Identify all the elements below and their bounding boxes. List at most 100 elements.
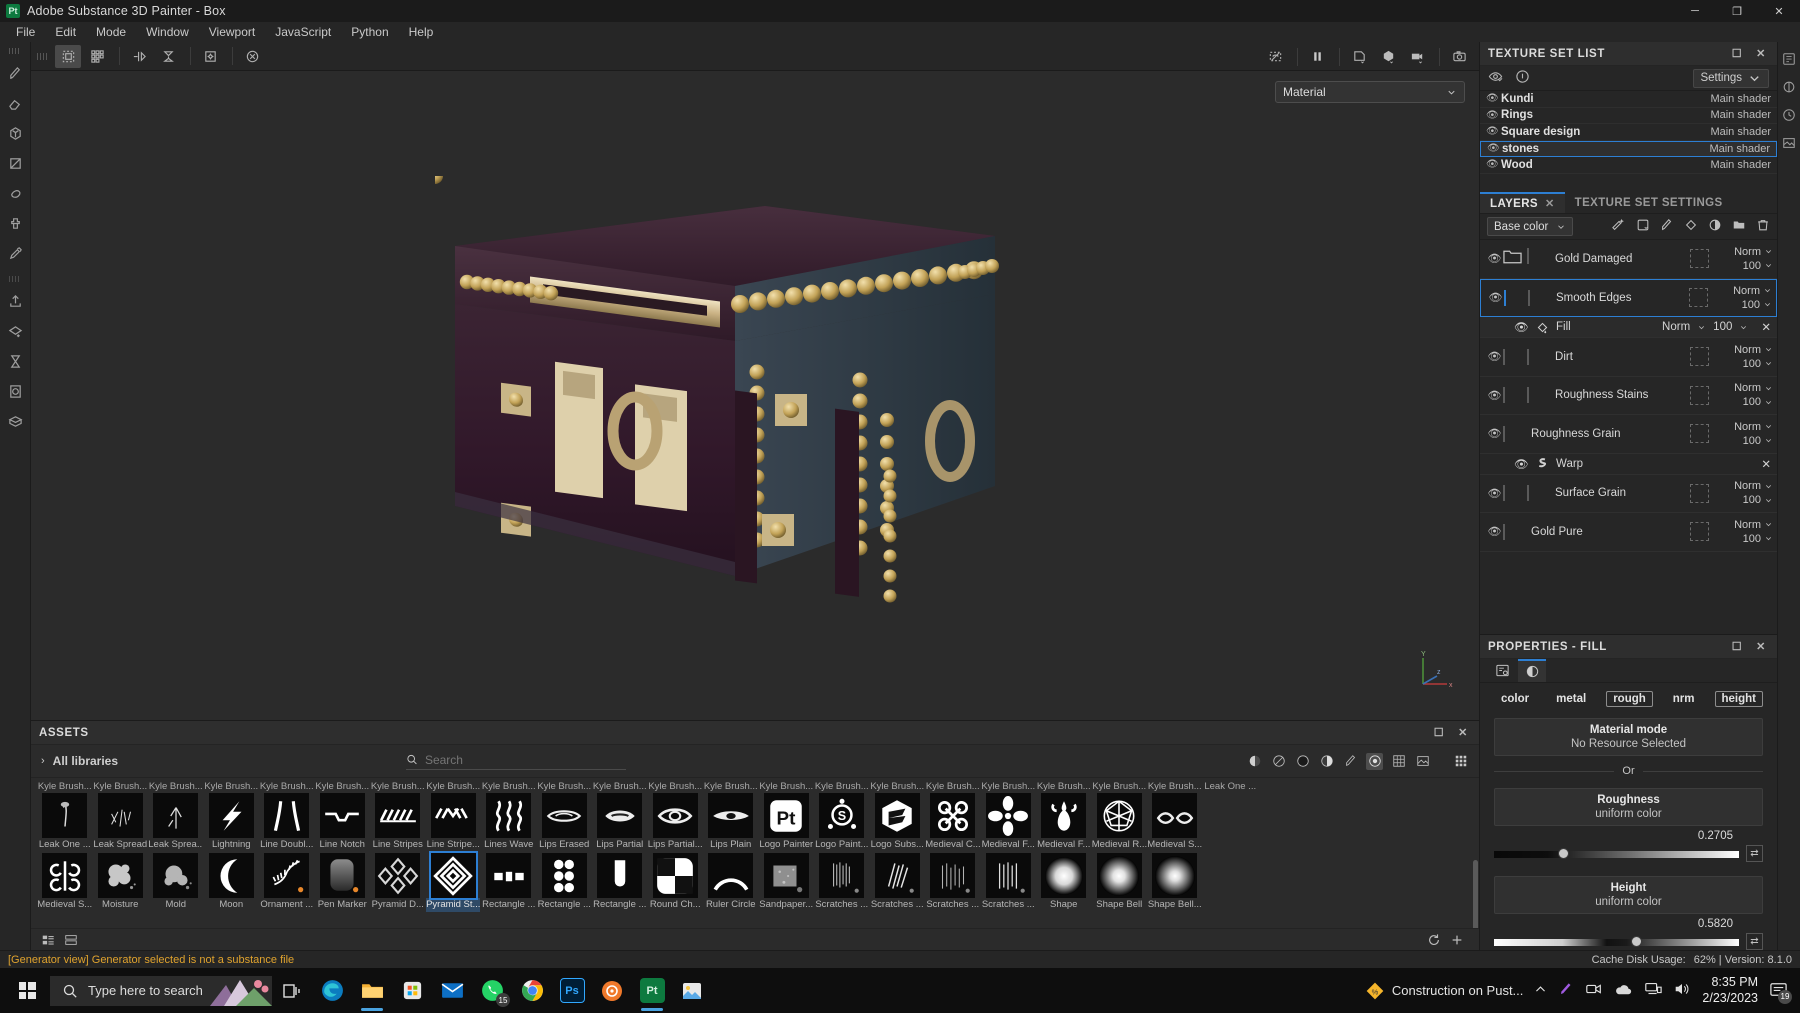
texture-set-settings-dropdown[interactable]: Settings (1693, 68, 1769, 88)
visibility-toggle-icon[interactable] (1488, 69, 1503, 87)
layer-opacity[interactable]: 100 (1742, 299, 1772, 311)
filter-brush-icon[interactable] (1342, 753, 1359, 770)
asset-thumbnail[interactable] (97, 793, 143, 838)
layer-visibility-icon[interactable]: 👁 (1486, 389, 1503, 402)
roughness-button[interactable]: Roughness uniform color (1494, 788, 1763, 826)
asset-item[interactable]: Kyle Brush... S Logo Paint... (814, 780, 870, 852)
effect-remove-icon[interactable]: ✕ (1761, 457, 1771, 471)
layer-opacity[interactable]: 100 (1743, 260, 1773, 272)
asset-thumbnail[interactable] (874, 853, 920, 898)
paint-brush-tool-icon[interactable] (2, 60, 28, 86)
layer-visibility-icon[interactable]: 👁 (1486, 350, 1503, 363)
layer-blend-mode[interactable]: Norm (1734, 519, 1773, 531)
asset-thumbnail[interactable] (375, 853, 421, 898)
filter-texture-icon[interactable] (1366, 752, 1384, 770)
layer-thumbnail[interactable] (1503, 523, 1522, 540)
material-mode-button[interactable]: Material mode No Resource Selected (1494, 718, 1763, 756)
news-and-interests[interactable]: % Construction on Pust... (1365, 981, 1523, 1001)
shader-settings-dock-icon[interactable] (1781, 78, 1798, 95)
material-view-dropdown[interactable]: Material (1275, 81, 1466, 103)
eraser-tool-icon[interactable] (2, 90, 28, 116)
effect-opacity[interactable]: 100 (1713, 321, 1732, 333)
asset-item[interactable]: Kyle Brush... Line Stripes (370, 780, 426, 852)
channel-toggle-height[interactable]: height (1714, 691, 1763, 707)
toolbar-grip[interactable] (9, 48, 21, 54)
asset-thumbnail[interactable] (208, 793, 254, 838)
taskbar-photos[interactable] (672, 968, 712, 1013)
tab-layers[interactable]: LAYERS ✕ (1480, 192, 1565, 213)
layer-folder-icon[interactable] (1503, 249, 1522, 268)
menu-viewport[interactable]: Viewport (199, 23, 265, 41)
taskbar-clock[interactable]: 8:35 PM 2/23/2023 (1702, 975, 1758, 1006)
layer-blend-mode[interactable]: Norm (1734, 480, 1773, 492)
layer-visibility-icon[interactable]: 👁 (1486, 427, 1503, 440)
menu-mode[interactable]: Mode (86, 23, 136, 41)
asset-item[interactable]: Kyle Brush... Lips Partial... (648, 780, 704, 852)
properties-close-icon[interactable]: ✕ (1753, 639, 1769, 655)
filter-alpha-icon[interactable] (1318, 753, 1335, 770)
asset-thumbnail[interactable]: S (819, 793, 865, 838)
layer-row[interactable]: 👁 Surface Grain Norm 100 (1480, 475, 1777, 513)
asset-item[interactable]: Kyle Brush... Medieval C... (925, 780, 981, 852)
visibility-eye-icon[interactable]: 👁 (1486, 93, 1501, 104)
asset-thumbnail[interactable] (652, 793, 698, 838)
onedrive-icon[interactable] (1614, 980, 1633, 1002)
menu-file[interactable]: File (6, 23, 45, 41)
height-reset-icon[interactable]: ⇄ (1746, 933, 1763, 950)
close-button[interactable]: ✕ (1758, 0, 1800, 22)
asset-item[interactable]: Kyle Brush... Lips Partial (592, 780, 648, 852)
maximize-button[interactable]: ❐ (1716, 0, 1758, 22)
filter-material-icon[interactable] (1246, 753, 1263, 770)
tab-layers-close-icon[interactable]: ✕ (1545, 197, 1555, 210)
menu-window[interactable]: Window (136, 23, 199, 41)
info-icon[interactable] (1515, 69, 1530, 87)
asset-thumbnail[interactable] (708, 793, 754, 838)
asset-thumbnail[interactable] (985, 793, 1031, 838)
asset-item[interactable]: Shape (1036, 853, 1092, 912)
smart-material-icon[interactable] (2, 318, 28, 344)
screenshot-icon[interactable] (1446, 45, 1472, 68)
assets-close-icon[interactable]: ✕ (1455, 725, 1471, 741)
tsl-close-icon[interactable]: ✕ (1753, 46, 1769, 62)
layer-row[interactable]: 👁 Gold Pure Norm 100 (1480, 513, 1777, 552)
color-picker-tool-icon[interactable] (2, 240, 28, 266)
layer-opacity[interactable]: 100 (1743, 396, 1773, 408)
asset-thumbnail[interactable] (1096, 853, 1142, 898)
filter-mask-icon[interactable] (1294, 753, 1311, 770)
menu-python[interactable]: Python (341, 23, 398, 41)
history-icon[interactable] (1781, 106, 1798, 123)
add-fill-layer-icon[interactable] (1684, 218, 1698, 235)
layer-mask-thumbnail[interactable] (1527, 387, 1546, 404)
shader-settings-icon[interactable] (1375, 45, 1401, 68)
roughness-reset-icon[interactable]: ⇄ (1746, 845, 1763, 862)
menu-help[interactable]: Help (399, 23, 444, 41)
texture-set-row[interactable]: 👁 Kundi Main shader (1480, 91, 1777, 108)
uv-view-toggle-icon[interactable] (55, 44, 81, 68)
layer-blend-mode[interactable]: Norm (1734, 344, 1773, 356)
top-toolbar-grip[interactable] (37, 52, 49, 60)
layer-mask-placeholder[interactable] (1690, 483, 1709, 503)
channel-toggle-metal[interactable]: metal (1549, 691, 1593, 707)
channel-toggle-rough[interactable]: rough (1606, 691, 1653, 707)
assets-search-input[interactable] (424, 752, 627, 767)
texture-set-row[interactable]: 👁 Rings Main shader (1480, 108, 1777, 124)
taskbar-substance-painter[interactable]: Pt (632, 968, 672, 1013)
layer-thumbnail[interactable] (1503, 425, 1522, 442)
asset-thumbnail[interactable]: Pt (763, 793, 809, 838)
volume-icon[interactable] (1673, 980, 1691, 1001)
asset-item[interactable]: Kyle Brush... Medieval S... (1147, 780, 1203, 852)
visibility-eye-icon[interactable]: 👁 (1486, 110, 1501, 121)
detail-view-icon[interactable] (62, 931, 80, 949)
asset-item[interactable]: Kyle Brush... Lines Wave (481, 780, 537, 852)
asset-thumbnail[interactable] (1152, 853, 1198, 898)
layer-thumbnail[interactable] (1503, 485, 1522, 502)
refresh-assets-icon[interactable] (1425, 931, 1443, 949)
add-asset-icon[interactable] (1448, 931, 1466, 949)
roughness-slider[interactable] (1494, 847, 1739, 859)
layer-row[interactable]: 👁 Roughness Stains Norm 100 (1480, 377, 1777, 415)
filter-grid-icon[interactable] (1390, 753, 1407, 770)
asset-thumbnail[interactable] (264, 853, 310, 898)
asset-item[interactable]: Shape Bell (1092, 853, 1148, 912)
taskbar-mail[interactable] (432, 968, 472, 1013)
layer-blend-mode[interactable]: Norm (1734, 421, 1773, 433)
